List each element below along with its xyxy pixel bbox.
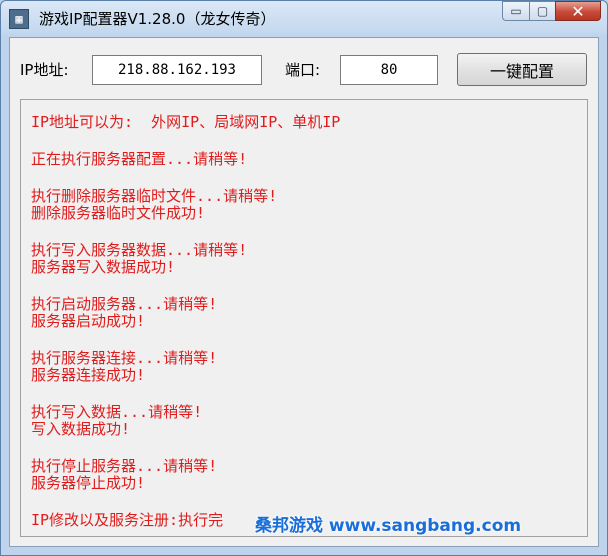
log-group: 执行服务器连接...请稍等! 服务器连接成功! bbox=[31, 350, 587, 384]
minimize-icon: ▭ bbox=[510, 4, 522, 18]
log-line: 删除服务器临时文件成功! bbox=[31, 204, 206, 222]
log-line: 执行服务器连接...请稍等! bbox=[31, 349, 218, 367]
log-line: 执行启动服务器...请稍等! bbox=[31, 295, 218, 313]
log-output[interactable]: IP地址可以为: 外网IP、局域网IP、单机IP 正在执行服务器配置...请稍等!… bbox=[20, 99, 588, 537]
window-title: 游戏IP配置器V1.28.0（龙女传奇） bbox=[39, 10, 276, 28]
title-bar[interactable]: ▦ 游戏IP配置器V1.28.0（龙女传奇） ▭ ▢ ✕ bbox=[1, 1, 607, 37]
ip-address-input[interactable] bbox=[92, 55, 262, 85]
log-line: 执行停止服务器...请稍等! bbox=[31, 457, 218, 475]
log-group: IP地址可以为: 外网IP、局域网IP、单机IP bbox=[31, 114, 587, 131]
log-group: 执行删除服务器临时文件...请稍等! 删除服务器临时文件成功! bbox=[31, 188, 587, 222]
app-window: ▦ 游戏IP配置器V1.28.0（龙女传奇） ▭ ▢ ✕ IP地址: 端口: 一… bbox=[0, 0, 608, 556]
log-line: 写入数据成功! bbox=[31, 420, 131, 438]
log-line: 执行删除服务器临时文件...请稍等! bbox=[31, 187, 278, 205]
log-line: 服务器连接成功! bbox=[31, 366, 146, 384]
log-group: 执行启动服务器...请稍等! 服务器启动成功! bbox=[31, 296, 587, 330]
port-input[interactable] bbox=[340, 55, 438, 85]
log-line: 执行写入服务器数据...请稍等! bbox=[31, 241, 248, 259]
log-line: 服务器写入数据成功! bbox=[31, 258, 176, 276]
window-controls: ▭ ▢ ✕ bbox=[502, 1, 601, 23]
client-area: IP地址: 端口: 一键配置 IP地址可以为: 外网IP、局域网IP、单机IP 正… bbox=[9, 37, 599, 547]
maximize-icon: ▢ bbox=[536, 4, 549, 18]
log-line: 执行写入数据...请稍等! bbox=[31, 403, 203, 421]
maximize-button[interactable]: ▢ bbox=[529, 1, 555, 21]
minimize-button[interactable]: ▭ bbox=[502, 1, 529, 21]
ip-label: IP地址: bbox=[20, 61, 69, 79]
close-button[interactable]: ✕ bbox=[555, 1, 601, 21]
log-line: 服务器启动成功! bbox=[31, 312, 146, 330]
log-line: 正在执行服务器配置...请稍等! bbox=[31, 150, 248, 168]
log-line: 服务器停止成功! bbox=[31, 474, 146, 492]
close-icon: ✕ bbox=[571, 1, 585, 21]
log-group: 执行写入数据...请稍等! 写入数据成功! bbox=[31, 404, 587, 438]
app-grid-icon[interactable]: ▦ bbox=[9, 9, 29, 29]
port-label: 端口: bbox=[285, 61, 321, 79]
log-group: 执行写入服务器数据...请稍等! 服务器写入数据成功! bbox=[31, 242, 587, 276]
site-watermark: 桑邦游戏 www.sangbang.com bbox=[255, 516, 522, 536]
log-line: IP地址可以为: 外网IP、局域网IP、单机IP bbox=[31, 113, 341, 131]
log-group: 正在执行服务器配置...请稍等! bbox=[31, 151, 587, 168]
log-group: 执行停止服务器...请稍等! 服务器停止成功! bbox=[31, 458, 587, 492]
one-click-config-button[interactable]: 一键配置 bbox=[457, 53, 587, 86]
